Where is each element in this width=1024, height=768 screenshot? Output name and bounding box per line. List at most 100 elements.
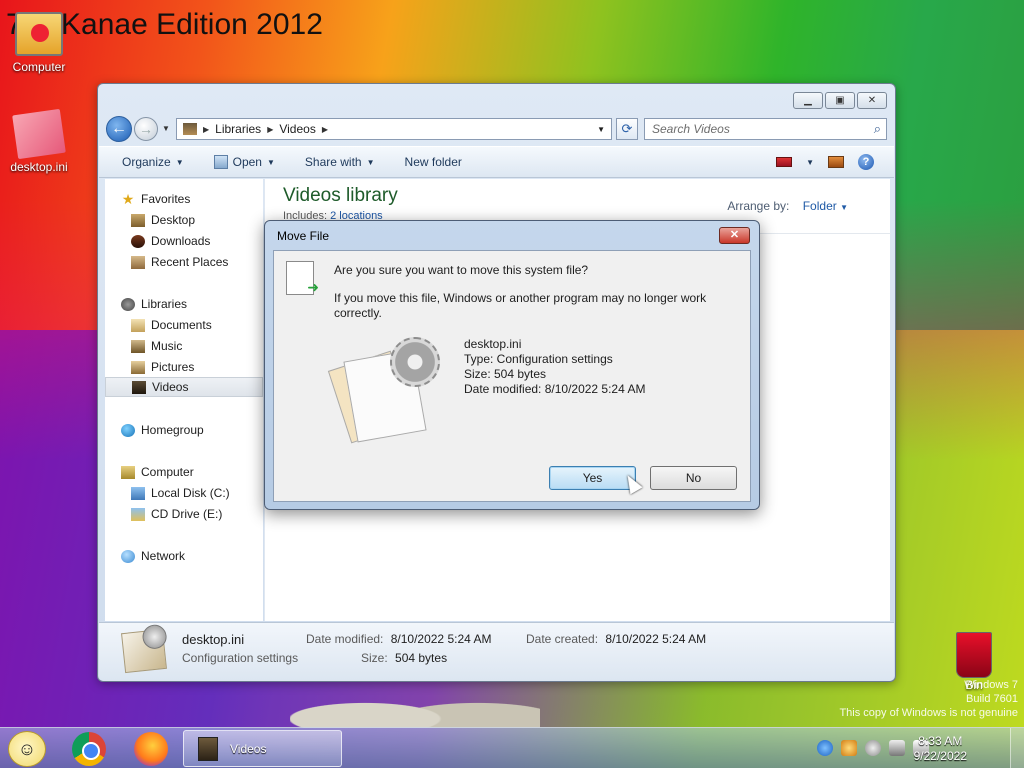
chrome-icon[interactable] bbox=[72, 732, 106, 766]
change-view-icon[interactable] bbox=[776, 157, 793, 167]
address-bar[interactable]: ▶ Libraries ▶ Videos ▶ ▼ bbox=[176, 118, 612, 140]
no-button[interactable]: No bbox=[650, 466, 737, 490]
chevron-right-icon[interactable]: ▶ bbox=[203, 125, 209, 134]
dialog-file-info: desktop.ini Type: Configuration settings… bbox=[464, 337, 645, 397]
share-with-label: Share with bbox=[304, 155, 362, 169]
minimize-button[interactable]: ▁ bbox=[793, 92, 823, 109]
chevron-down-icon: ▼ bbox=[266, 157, 275, 167]
ini-file-icon bbox=[12, 108, 66, 160]
file-type: Type: Configuration settings bbox=[464, 352, 613, 366]
nav-label: Desktop bbox=[151, 213, 196, 227]
back-button[interactable]: ← bbox=[106, 116, 132, 142]
command-bar: Organize ▼ Open ▼ Share with ▼ New folde… bbox=[99, 146, 894, 178]
taskbar-item-videos[interactable]: Videos bbox=[183, 730, 342, 767]
arrange-label: Arrange by: bbox=[727, 199, 790, 213]
dialog-body: Are you sure you want to move this syste… bbox=[273, 250, 751, 502]
open-button[interactable]: Open ▼ bbox=[213, 155, 275, 169]
refresh-button[interactable]: ⟳ bbox=[616, 118, 638, 140]
videos-folder-icon bbox=[183, 123, 197, 135]
search-tray-icon[interactable] bbox=[841, 740, 857, 756]
status-tray-icon[interactable] bbox=[865, 740, 881, 756]
desktop-icon-computer[interactable]: Computer bbox=[1, 12, 77, 74]
nav-label: Libraries bbox=[141, 297, 188, 311]
share-with-menu[interactable]: Share with ▼ bbox=[305, 155, 375, 169]
nav-label: Videos bbox=[152, 380, 189, 394]
preview-pane-icon[interactable] bbox=[828, 156, 844, 168]
nav-favorites[interactable]: ★ Favorites bbox=[121, 189, 279, 209]
chevron-right-icon[interactable]: ▶ bbox=[322, 125, 328, 134]
details-date-modified: Date modified: 8/10/2022 5:24 AM bbox=[306, 632, 491, 646]
chevron-right-icon[interactable]: ▶ bbox=[267, 125, 273, 134]
chevron-down-icon: ▼ bbox=[366, 157, 375, 167]
desktop-icon-label: Computer bbox=[12, 60, 66, 74]
firefox-icon[interactable] bbox=[134, 732, 168, 766]
star-icon: ★ bbox=[121, 190, 135, 207]
videos-icon bbox=[132, 380, 146, 394]
taskbar: ☺ Videos 8:33 AM 9/22/2022 bbox=[0, 727, 1024, 768]
window-controls: ▁ ▣ ✕ bbox=[793, 92, 887, 109]
nav-label: Pictures bbox=[151, 360, 195, 374]
navigation-bar: ← → ▼ ▶ Libraries ▶ Videos ▶ ▼ ⟳ Search … bbox=[106, 116, 888, 142]
homegroup-icon bbox=[121, 423, 135, 437]
start-button[interactable]: ☺ bbox=[8, 731, 46, 767]
nav-videos[interactable]: Videos bbox=[105, 377, 263, 397]
new-folder-label: New folder bbox=[404, 155, 462, 169]
dialog-close-button[interactable]: ✕ bbox=[719, 227, 750, 244]
library-title: Videos library bbox=[283, 185, 398, 206]
nav-label: Local Disk (C:) bbox=[151, 486, 230, 500]
nav-label: Favorites bbox=[141, 192, 191, 206]
forward-button[interactable]: → bbox=[134, 117, 158, 141]
search-icon[interactable]: ⌕ bbox=[874, 119, 881, 139]
organize-menu[interactable]: Organize ▼ bbox=[122, 155, 184, 169]
new-folder-button[interactable]: New folder bbox=[405, 155, 462, 169]
recent-pages-dropdown[interactable]: ▼ bbox=[162, 124, 170, 133]
system-tray bbox=[817, 740, 929, 756]
show-desktop-button[interactable] bbox=[1010, 728, 1024, 768]
address-history-dropdown[interactable]: ▼ bbox=[597, 125, 605, 134]
organize-label: Organize bbox=[122, 155, 171, 169]
maximize-button[interactable]: ▣ bbox=[825, 92, 855, 109]
breadcrumb-libraries[interactable]: Libraries bbox=[215, 122, 261, 136]
file-name: desktop.ini bbox=[464, 337, 522, 351]
music-icon bbox=[131, 339, 145, 353]
open-icon bbox=[213, 155, 228, 169]
nav-computer[interactable]: Computer bbox=[121, 462, 279, 482]
desktop-folder-icon bbox=[131, 213, 145, 227]
nav-homegroup[interactable]: Homegroup bbox=[121, 420, 279, 440]
arrange-dropdown[interactable]: Folder ▼ bbox=[803, 199, 848, 213]
chevron-down-icon[interactable]: ▼ bbox=[806, 158, 814, 167]
recent-places-icon bbox=[131, 255, 145, 269]
dialog-message: If you move this file, Windows or anothe… bbox=[334, 291, 707, 320]
recycle-bin-icon bbox=[956, 632, 992, 678]
dialog-question: Are you sure you want to move this syste… bbox=[334, 263, 589, 277]
teamviewer-icon[interactable] bbox=[817, 740, 833, 756]
nav-label: Homegroup bbox=[141, 423, 204, 437]
network-tray-icon[interactable] bbox=[889, 740, 905, 756]
nav-label: Recent Places bbox=[151, 255, 229, 269]
nav-network[interactable]: Network bbox=[121, 546, 279, 566]
watermark-line: Build 7601 bbox=[966, 693, 1018, 705]
nav-label: Network bbox=[141, 549, 186, 563]
downloads-icon bbox=[131, 234, 145, 248]
dialog-title: Move File bbox=[277, 229, 330, 243]
local-disk-icon bbox=[131, 486, 145, 500]
libraries-icon bbox=[121, 297, 135, 311]
nav-libraries[interactable]: Libraries bbox=[121, 294, 279, 314]
computer-icon bbox=[121, 465, 135, 479]
documents-icon bbox=[131, 318, 145, 332]
taskbar-item-label: Videos bbox=[230, 741, 267, 756]
clock[interactable]: 8:33 AM 9/22/2022 bbox=[914, 734, 967, 764]
details-file-name: desktop.ini bbox=[182, 632, 245, 647]
file-size: Size: 504 bytes bbox=[464, 367, 547, 381]
help-icon[interactable]: ? bbox=[858, 154, 874, 170]
details-file-type: Configuration settings bbox=[182, 651, 299, 665]
videos-folder-icon bbox=[198, 736, 218, 761]
breadcrumb-videos[interactable]: Videos bbox=[279, 122, 315, 136]
wallpaper-figure bbox=[290, 682, 540, 728]
field-value: 8/10/2022 5:24 AM bbox=[390, 632, 492, 646]
desktop-icon-desktop-ini[interactable]: desktop.ini bbox=[1, 108, 77, 174]
chevron-down-icon: ▼ bbox=[840, 203, 848, 212]
search-input[interactable]: Search Videos ⌕ bbox=[644, 118, 887, 140]
navigation-pane: ★ Favorites Desktop Downloads Recent Pla… bbox=[105, 179, 263, 621]
close-button[interactable]: ✕ bbox=[857, 92, 887, 109]
